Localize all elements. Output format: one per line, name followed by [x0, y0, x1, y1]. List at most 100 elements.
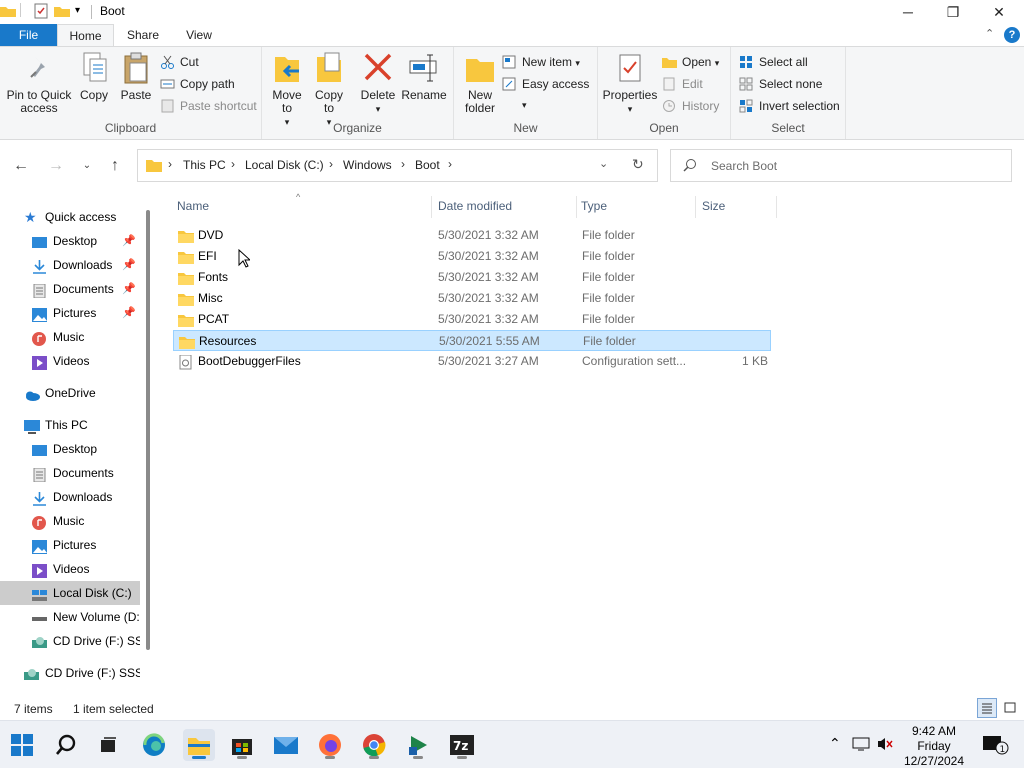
show-hidden-icons-icon[interactable]: ⌃	[829, 735, 841, 752]
up-button[interactable]: ↑	[104, 155, 126, 177]
easy-access-button[interactable]: Easy access ▾	[502, 74, 597, 110]
breadcrumb-windows[interactable]: Windows	[343, 158, 392, 172]
maximize-button[interactable]: ❐	[930, 0, 976, 24]
copy-to-button[interactable]: Copy to ▾	[310, 51, 348, 129]
file-row[interactable]: Resources 5/30/2021 5:55 AM File folder	[173, 330, 771, 351]
nav-pc-downloads[interactable]: Downloads	[0, 485, 140, 509]
firefox-icon[interactable]	[314, 729, 346, 761]
refresh-icon[interactable]: ↻	[632, 156, 644, 173]
pin-icon: 📌	[122, 235, 136, 247]
scissors-icon	[160, 55, 175, 69]
chrome-icon[interactable]	[358, 729, 390, 761]
nav-qa-music[interactable]: Music	[0, 325, 140, 349]
file-row[interactable]: EFI 5/30/2021 3:32 AM File folder	[173, 246, 771, 267]
nav-cd-drive[interactable]: CD Drive (F:) SSS_	[0, 661, 140, 685]
large-icons-view-button[interactable]	[1001, 698, 1021, 718]
customize-quick-access-icon[interactable]: ▾	[75, 3, 91, 19]
group-label-open: Open	[649, 121, 679, 135]
new-folder-quick-icon[interactable]	[54, 3, 70, 19]
paste-shortcut-button[interactable]: Paste shortcut	[160, 96, 257, 116]
file-row[interactable]: Misc 5/30/2021 3:32 AM File folder	[173, 288, 771, 309]
breadcrumb-boot[interactable]: Boot	[415, 158, 440, 172]
nav-pc-local-disk[interactable]: Local Disk (C:)	[0, 581, 140, 605]
network-icon[interactable]	[852, 736, 870, 755]
nav-qa-desktop[interactable]: Desktop 📌	[0, 229, 140, 253]
nav-onedrive[interactable]: OneDrive	[0, 381, 140, 405]
copy-button[interactable]: Copy	[75, 51, 113, 102]
7zip-icon[interactable]: 7z	[446, 729, 478, 761]
file-row[interactable]: DVD 5/30/2021 3:32 AM File folder	[173, 225, 771, 246]
new-folder-button[interactable]: New folder	[460, 51, 500, 115]
edit-button[interactable]: Edit	[662, 74, 703, 94]
copy-path-button[interactable]: Copy path	[160, 74, 235, 94]
nav-pc-desktop[interactable]: Desktop	[0, 437, 140, 461]
tab-home[interactable]: Home	[57, 24, 114, 46]
nav-pc-new-volume[interactable]: New Volume (D:	[0, 605, 140, 629]
nav-pc-videos[interactable]: Videos	[0, 557, 140, 581]
mail-icon[interactable]	[270, 729, 302, 761]
details-view-button[interactable]	[977, 698, 997, 718]
edge-icon[interactable]	[138, 729, 170, 761]
pin-quick-access-button[interactable]: Pin to Quick access	[4, 51, 74, 115]
select-all-button[interactable]: Select all	[739, 52, 808, 72]
volume-muted-icon[interactable]	[876, 736, 894, 755]
windows-start-icon[interactable]	[6, 729, 38, 761]
search-icon[interactable]	[50, 729, 82, 761]
task-view-icon[interactable]	[92, 729, 124, 761]
nav-pc-pictures[interactable]: Pictures	[0, 533, 140, 557]
collapse-ribbon-icon[interactable]: ⌃	[985, 27, 994, 40]
nav-pc-cd-drive[interactable]: CD Drive (F:) SSS	[0, 629, 140, 653]
column-type[interactable]: Type	[577, 198, 695, 222]
properties-quick-icon[interactable]	[33, 3, 49, 19]
paste-icon	[120, 51, 152, 85]
close-button[interactable]: ✕	[976, 0, 1022, 24]
nav-quick-access[interactable]: ★ Quick access	[0, 205, 140, 229]
file-explorer-icon[interactable]	[183, 729, 215, 761]
recent-locations-button[interactable]: ⌄	[76, 155, 98, 177]
nav-pc-documents[interactable]: Documents	[0, 461, 140, 485]
nav-qa-documents[interactable]: Documents 📌	[0, 277, 140, 301]
paste-button[interactable]: Paste	[115, 51, 157, 102]
nav-qa-videos[interactable]: Videos	[0, 349, 140, 373]
new-item-button[interactable]: New item ▾	[502, 52, 580, 72]
rename-button[interactable]: Rename	[400, 51, 448, 102]
open-button[interactable]: Open ▾	[662, 52, 719, 72]
delete-button[interactable]: Delete ▾	[358, 51, 398, 116]
nav-pc-music[interactable]: Music	[0, 509, 140, 533]
nav-scrollbar[interactable]	[146, 210, 150, 650]
downloads-icon	[32, 258, 47, 274]
file-row[interactable]: PCAT 5/30/2021 3:32 AM File folder	[173, 309, 771, 330]
history-button[interactable]: History	[662, 96, 719, 116]
search-input[interactable]: Search Boot	[670, 149, 1012, 182]
breadcrumb-this-pc[interactable]: This PC	[183, 158, 226, 172]
media-player-icon[interactable]	[402, 729, 434, 761]
column-name[interactable]: Name	[173, 198, 431, 222]
group-label-select: Select	[771, 121, 805, 135]
help-icon[interactable]: ?	[1004, 27, 1020, 43]
invert-selection-button[interactable]: Invert selection	[739, 96, 840, 116]
column-size[interactable]: Size	[698, 198, 776, 222]
nav-qa-downloads[interactable]: Downloads 📌	[0, 253, 140, 277]
properties-button[interactable]: Properties ▾	[602, 51, 658, 116]
select-none-button[interactable]: Select none	[739, 74, 822, 94]
address-bar[interactable]: › This PC › Local Disk (C:) › Windows › …	[137, 149, 658, 182]
forward-button[interactable]: →	[45, 155, 67, 177]
move-to-button[interactable]: Move to ▾	[268, 51, 306, 129]
back-button[interactable]: ←	[10, 155, 32, 177]
file-row[interactable]: Fonts 5/30/2021 3:32 AM File folder	[173, 267, 771, 288]
file-row[interactable]: BootDebuggerFiles 5/30/2021 3:27 AM Config…	[173, 351, 771, 372]
store-icon[interactable]	[226, 729, 258, 761]
breadcrumb-local-disk[interactable]: Local Disk (C:)	[245, 158, 324, 172]
address-dropdown-icon[interactable]: ⌄	[599, 157, 608, 170]
tab-file[interactable]: File	[0, 24, 57, 46]
system-clock[interactable]: 9:42 AM Friday 12/27/2024	[896, 724, 972, 769]
nav-this-pc[interactable]: This PC	[0, 413, 140, 437]
minimize-button[interactable]: ─	[885, 0, 931, 24]
cut-button[interactable]: Cut	[160, 52, 199, 72]
tab-view[interactable]: View	[176, 24, 222, 46]
tab-share[interactable]: Share	[120, 24, 166, 46]
folder-icon	[178, 271, 194, 285]
nav-qa-pictures[interactable]: Pictures 📌	[0, 301, 140, 325]
column-date-modified[interactable]: Date modified	[434, 198, 576, 222]
notifications-icon[interactable]: 1	[982, 733, 1012, 760]
